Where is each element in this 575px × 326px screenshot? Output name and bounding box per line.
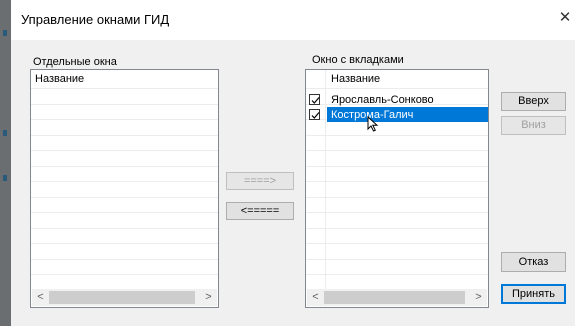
row-divider (306, 212, 488, 213)
mouse-pointer-icon (367, 116, 379, 132)
accept-button[interactable]: Принять (501, 284, 566, 304)
row-divider (306, 150, 488, 151)
title-bar: Управление окнами ГИД ✕ (11, 0, 575, 40)
cancel-button[interactable]: Отказ (501, 252, 566, 272)
row-divider (31, 243, 218, 244)
scroll-left-icon[interactable]: < (32, 289, 49, 306)
background-marker (3, 30, 7, 36)
row-divider (31, 259, 218, 260)
row-divider (31, 119, 218, 120)
row-divider (31, 104, 218, 105)
horizontal-scrollbar[interactable]: < > (307, 289, 487, 306)
checkmark-icon (311, 112, 320, 119)
row-divider (31, 166, 218, 167)
row-divider (31, 135, 218, 136)
move-down-button[interactable]: Вниз (501, 116, 566, 135)
background-app-strip (0, 0, 11, 326)
background-marker (3, 175, 7, 181)
row-divider (306, 135, 488, 136)
row-divider (306, 181, 488, 182)
row-divider (306, 197, 488, 198)
move-to-separate-button[interactable]: <===== (226, 202, 294, 220)
tabbed-window-label: Окно с вкладками (312, 54, 404, 66)
list-item-label[interactable]: Ярославль-Сонково (331, 94, 434, 106)
separate-windows-label: Отдельные окна (33, 56, 117, 68)
row-divider (306, 274, 488, 275)
row-divider (306, 166, 488, 167)
checkbox-item-2[interactable] (309, 109, 320, 120)
move-up-button[interactable]: Вверх (501, 92, 566, 111)
dialog-title: Управление окнами ГИД (21, 12, 170, 27)
row-divider (31, 150, 218, 151)
dialog-window: Управление окнами ГИД ✕ Отдельные окна Н… (11, 0, 575, 326)
row-divider (306, 259, 488, 260)
row-divider (31, 228, 218, 229)
row-divider (31, 88, 218, 89)
row-divider (31, 197, 218, 198)
checkbox-item-1[interactable] (309, 94, 320, 105)
checkmark-icon (311, 97, 320, 104)
tabbed-window-list[interactable]: Название Ярославль-Сонково Кострома-Гали… (305, 69, 489, 308)
row-divider (306, 228, 488, 229)
scroll-thumb[interactable] (49, 291, 195, 304)
row-divider (31, 212, 218, 213)
scroll-right-icon[interactable]: > (200, 289, 217, 306)
horizontal-scrollbar[interactable]: < > (32, 289, 217, 306)
scroll-left-icon[interactable]: < (307, 289, 324, 306)
scroll-right-icon[interactable]: > (470, 289, 487, 306)
separate-windows-list[interactable]: Название < > (30, 69, 219, 308)
row-divider (31, 181, 218, 182)
row-divider (306, 88, 488, 89)
grid-lines (31, 70, 218, 307)
move-to-tabbed-button[interactable]: ====> (226, 172, 294, 190)
close-icon[interactable]: ✕ (555, 8, 575, 28)
row-divider (306, 243, 488, 244)
scroll-thumb[interactable] (324, 291, 465, 304)
background-marker (3, 130, 7, 136)
row-divider (31, 274, 218, 275)
